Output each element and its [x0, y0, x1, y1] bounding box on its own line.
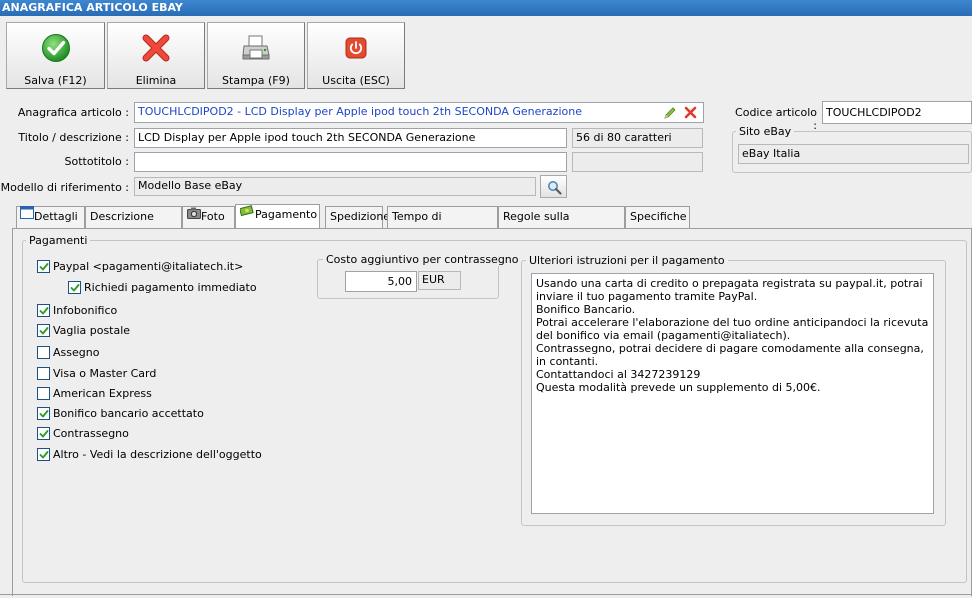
tab-tempo-imballaggio[interactable]: Tempo di imballaggio [387, 206, 498, 243]
power-icon [341, 33, 371, 63]
tab-spedizione[interactable]: Spedizione [325, 206, 390, 228]
checkmark-icon [39, 327, 49, 335]
delete-label: Elimina [135, 74, 177, 87]
sito-ebay-field[interactable]: eBay Italia [738, 144, 969, 164]
payment-option-label: Vaglia postale [53, 324, 131, 337]
tab-dettagli-label: Dettagli [34, 210, 78, 223]
tab-specifiche[interactable]: Specifiche [625, 206, 690, 228]
contrassegno-amount: 5,00 [387, 275, 413, 288]
tab-pagamento-label: Pagamento [255, 208, 318, 221]
codice-field[interactable]: TOUCHLCDIPOD2 [822, 101, 972, 124]
print-label: Stampa (F9) [222, 74, 290, 87]
sottotitolo-label: Sottotitolo : [64, 155, 129, 168]
payment-option-label: Altro - Vedi la descrizione dell'oggetto [53, 448, 262, 461]
clear-x-icon[interactable] [684, 106, 697, 122]
check-circle-icon [41, 33, 71, 63]
payment-option-label: Infobonifico [53, 304, 118, 317]
checkmark-icon [39, 410, 49, 418]
modello-label: Modello di riferimento : [0, 181, 129, 194]
sito-ebay-value: eBay Italia [742, 147, 801, 160]
sottotitolo-count [572, 152, 703, 172]
checkbox[interactable] [68, 281, 81, 294]
checkbox[interactable] [37, 448, 50, 461]
payment-option-label: Contrassegno [53, 427, 129, 440]
tab-pagamento[interactable]: Pagamento [235, 204, 320, 228]
exit-button[interactable]: Uscita (ESC) [307, 22, 405, 89]
calendar-icon [20, 206, 34, 226]
tab-specifiche-label: Specifiche [630, 210, 687, 223]
payment-option-label: Visa o Master Card [53, 367, 157, 380]
contrassegno-currency: EUR [418, 271, 461, 290]
window-title: ANAGRAFICA ARTICOLO EBAY [0, 0, 972, 16]
char-count: 56 di 80 caratteri [572, 128, 703, 148]
checkbox[interactable] [37, 260, 50, 273]
istruzioni-legend: Ulteriori istruzioni per il pagamento [526, 254, 728, 267]
checkbox[interactable] [37, 367, 50, 380]
payment-option-label: Richiedi pagamento immediato [84, 281, 257, 294]
modello-field[interactable]: Modello Base eBay [134, 177, 536, 196]
tab-foto-label: Foto [201, 210, 225, 223]
tab-descrizione-estesa[interactable]: Descrizione estesa [85, 206, 182, 243]
tab-regole-restituzione[interactable]: Regole sulla restituzione [498, 206, 625, 243]
save-label: Salva (F12) [24, 74, 87, 87]
printer-icon [241, 33, 271, 63]
checkbox[interactable] [37, 346, 50, 359]
tab-foto[interactable]: Foto [182, 206, 235, 228]
x-icon [141, 33, 171, 63]
anagrafica-label: Anagrafica articolo : [17, 106, 129, 119]
print-button[interactable]: Stampa (F9) [207, 22, 305, 89]
checkmark-icon [39, 307, 49, 315]
contrassegno-amount-input[interactable]: 5,00 [345, 271, 417, 292]
sito-ebay-legend: Sito eBay [736, 125, 795, 138]
save-button[interactable]: Salva (F12) [6, 22, 105, 89]
checkbox[interactable] [37, 304, 50, 317]
modello-value: Modello Base eBay [138, 179, 243, 192]
titolo-label: Titolo / descrizione : [18, 131, 129, 144]
contrassegno-cost-legend: Costo aggiuntivo per contrassegno [323, 253, 522, 266]
checkbox[interactable] [37, 324, 50, 337]
money-icon [239, 204, 255, 224]
tab-dettagli[interactable]: Dettagli [16, 206, 85, 228]
checkbox[interactable] [37, 407, 50, 420]
checkmark-icon [39, 451, 49, 459]
anagrafica-field[interactable]: TOUCHLCDIPOD2 - LCD Display per Apple ip… [134, 102, 704, 123]
magnifier-icon [547, 180, 562, 198]
checkbox[interactable] [37, 427, 50, 440]
codice-value: TOUCHLCDIPOD2 [826, 106, 922, 119]
payment-option-label: Assegno [53, 346, 100, 359]
titolo-value: LCD Display per Apple ipod touch 2th SEC… [138, 131, 476, 144]
anagrafica-value: TOUCHLCDIPOD2 - LCD Display per Apple ip… [138, 105, 582, 118]
pencil-icon[interactable] [663, 106, 677, 123]
delete-button[interactable]: Elimina [107, 22, 205, 89]
sottotitolo-field[interactable] [134, 152, 567, 172]
camera-icon [187, 206, 201, 226]
checkmark-icon [39, 263, 49, 271]
istruzioni-textarea[interactable]: Usando una carta di credito o prepagata … [531, 273, 934, 514]
pagamenti-legend: Pagamenti [26, 234, 91, 247]
tab-spedizione-label: Spedizione [330, 210, 391, 223]
payment-option-label: Bonifico bancario accettato [53, 407, 204, 420]
payment-option-label: American Express [53, 387, 152, 400]
checkbox[interactable] [37, 387, 50, 400]
payment-option-label: Paypal <pagamenti@italiatech.it> [53, 260, 244, 273]
checkmark-icon [39, 430, 49, 438]
bottom-divider [0, 594, 972, 595]
titolo-field[interactable]: LCD Display per Apple ipod touch 2th SEC… [134, 128, 567, 148]
exit-label: Uscita (ESC) [322, 74, 390, 87]
checkmark-icon [70, 284, 80, 292]
modello-search-button[interactable] [540, 175, 567, 198]
